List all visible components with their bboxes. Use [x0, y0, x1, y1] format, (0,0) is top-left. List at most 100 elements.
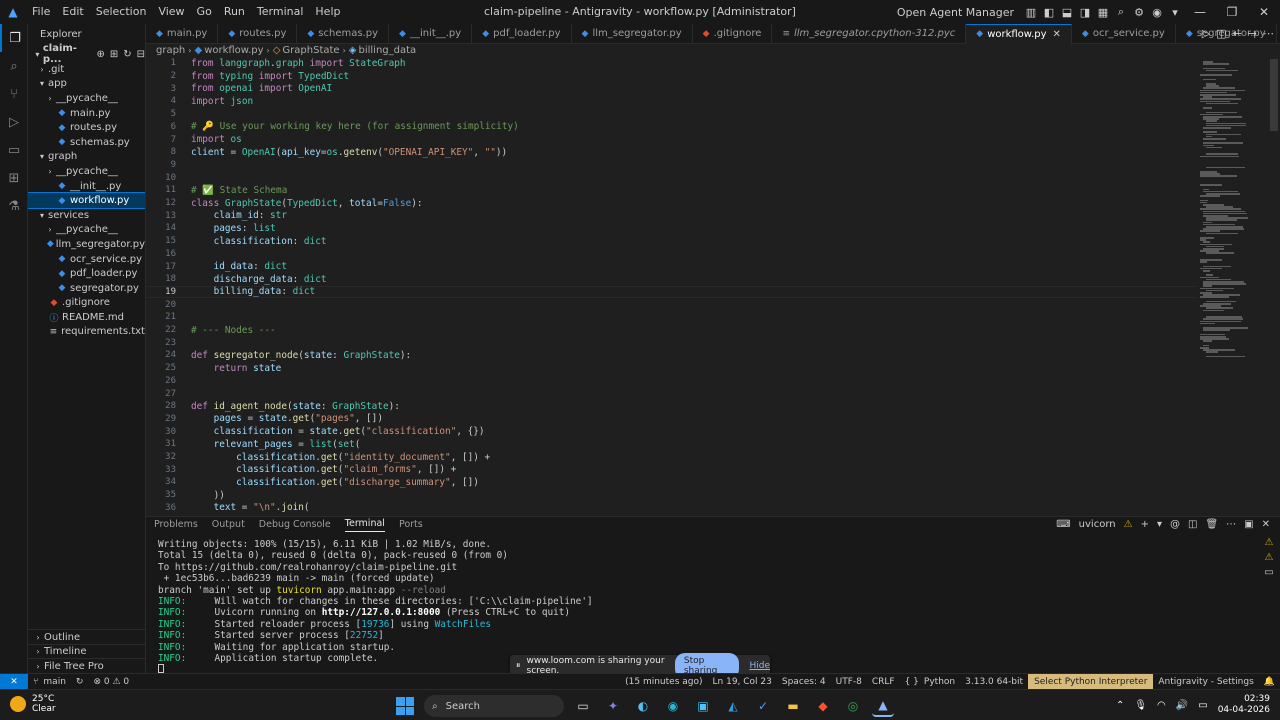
menu-view[interactable]: View [152, 0, 190, 24]
tree-file[interactable]: ⓘ README.md [28, 310, 145, 325]
toggle-panel-icon[interactable]: ⬓ [1058, 6, 1076, 19]
tree-file[interactable]: ◆ main.py [28, 106, 145, 121]
tree-folder[interactable]: › __pycache__ [28, 91, 145, 106]
code-line[interactable]: 4 import json [146, 95, 1196, 108]
encoding[interactable]: UTF-8 [831, 677, 867, 687]
panel-tab-output[interactable]: Output [212, 519, 245, 532]
code-line[interactable]: 34 classification.get("discharge_summary… [146, 476, 1196, 489]
file-tree-pro-section[interactable]: › File Tree Pro [28, 658, 145, 673]
extensions-icon[interactable]: ⊞ [0, 164, 28, 192]
editor-tab[interactable]: ◆ pdf_loader.py [472, 23, 572, 44]
editor-tab[interactable]: ◆ ocr_service.py [1072, 23, 1176, 44]
chrome-browser-icon[interactable]: ◎ [842, 695, 864, 717]
menu-help[interactable]: Help [309, 0, 346, 24]
code-line[interactable]: 9 [146, 159, 1196, 172]
windows-start-icon[interactable] [394, 695, 416, 717]
minimize-button[interactable]: — [1184, 5, 1216, 19]
panel-tab-debug-console[interactable]: Debug Console [259, 519, 331, 532]
code-line[interactable]: 30 classification = state.get("classific… [146, 425, 1196, 438]
refresh-icon[interactable]: ↻ [123, 49, 131, 60]
file-explorer-icon[interactable]: ▬ [782, 695, 804, 717]
tree-file[interactable]: ≡ requirements.txt [28, 325, 145, 340]
menu-terminal[interactable]: Terminal [251, 0, 310, 24]
go-forward-icon[interactable]: → [1248, 27, 1257, 40]
chevron-down-icon[interactable]: ▾ [1166, 6, 1184, 19]
menu-edit[interactable]: Edit [56, 0, 89, 24]
tree-file[interactable]: ◆ routes.py [28, 120, 145, 135]
code-line[interactable]: 2 from typing import TypedDict [146, 70, 1196, 83]
source-control-icon[interactable]: ⑂ [0, 80, 28, 108]
code-line[interactable]: 12 class GraphState(TypedDict, total=Fals… [146, 197, 1196, 210]
code-line[interactable]: 7 import os [146, 133, 1196, 146]
editor-tab[interactable]: ◆ schemas.py [297, 23, 390, 44]
teams-icon[interactable]: ✦ [602, 695, 624, 717]
panel-tab-problems[interactable]: Problems [154, 519, 198, 532]
remote-indicator-icon[interactable]: ✕ [0, 673, 28, 690]
tree-file[interactable]: ◆ schemas.py [28, 135, 145, 150]
python-version[interactable]: 3.13.0 64-bit [960, 677, 1028, 687]
toggle-sidebar-icon[interactable]: ◧ [1040, 6, 1058, 19]
code-line[interactable]: 27 [146, 387, 1196, 400]
sync-icon[interactable]: ↻ [71, 677, 89, 687]
edge-browser-icon[interactable]: ◉ [662, 695, 684, 717]
close-panel-icon[interactable]: ✕ [1262, 519, 1270, 530]
branch-name[interactable]: main [43, 677, 71, 687]
editor-tab[interactable]: ◆ __init__.py [389, 23, 473, 44]
code-line[interactable]: 18 discharge_data: dict [146, 273, 1196, 286]
kill-terminal-icon[interactable]: 🗑 [1205, 519, 1218, 530]
tree-folder[interactable]: ▾ app [28, 77, 145, 92]
panel-tab-terminal[interactable]: Terminal [344, 518, 385, 532]
warning-icon[interactable]: ⚠ [1265, 552, 1274, 563]
toggle-secondary-sidebar-icon[interactable]: ◨ [1076, 6, 1094, 19]
menu-file[interactable]: File [26, 0, 56, 24]
select-interpreter-button[interactable]: Select Python Interpreter [1028, 674, 1154, 690]
minimap[interactable] [1196, 57, 1266, 513]
editor-tab[interactable]: ◆ workflow.py ✕ [966, 23, 1072, 44]
code-line[interactable]: 17 id_data: dict [146, 260, 1196, 273]
tree-file[interactable]: ◆ segregator.py [28, 281, 145, 296]
menu-run[interactable]: Run [218, 0, 251, 24]
tree-file[interactable]: ◆ pdf_loader.py [28, 266, 145, 281]
account-icon[interactable]: ◉ [1148, 6, 1166, 19]
code-line[interactable]: 10 [146, 171, 1196, 184]
code-line[interactable]: 33 classification.get("claim_forms", [])… [146, 463, 1196, 476]
terminal-icon[interactable]: ▭ [1264, 567, 1273, 578]
code-line[interactable]: 20 [146, 298, 1196, 311]
copilot-icon[interactable]: @ [1170, 519, 1180, 530]
outline-section[interactable]: › Outline [28, 629, 145, 644]
breadcrumb-class[interactable]: GraphState [282, 45, 339, 56]
tree-file[interactable]: ◆ workflow.py [28, 192, 145, 209]
clock[interactable]: 02:39 04-04-2026 [1218, 694, 1270, 716]
breadcrumb-file[interactable]: workflow.py [204, 45, 263, 56]
split-terminal-icon[interactable]: ◫ [1188, 519, 1197, 530]
explorer-icon[interactable]: ❐ [0, 24, 28, 52]
chevron-down-icon[interactable]: ▾ [1157, 519, 1162, 530]
code-line[interactable]: 13 claim_id: str [146, 209, 1196, 222]
tree-file[interactable]: ◆ llm_segregator.py [28, 237, 145, 252]
tree-folder[interactable]: ▾ graph [28, 150, 145, 165]
new-terminal-icon[interactable]: + [1141, 519, 1149, 530]
run-debug-icon[interactable]: ▷ [0, 108, 28, 136]
terminal-name[interactable]: uvicorn [1079, 519, 1116, 530]
weather-widget[interactable]: 25°C Clear [10, 694, 56, 714]
code-line[interactable]: 28 def id_agent_node(state: GraphState): [146, 400, 1196, 413]
code-line[interactable]: 32 classification.get("identity_document… [146, 451, 1196, 464]
more-actions-icon[interactable]: ⋯ [1226, 519, 1236, 530]
new-folder-icon[interactable]: ⊞ [110, 49, 118, 60]
code-line[interactable]: 29 pages = state.get("pages", []) [146, 413, 1196, 426]
go-back-icon[interactable]: ← [1233, 27, 1242, 40]
menu-selection[interactable]: Selection [90, 0, 153, 24]
language-mode[interactable]: Python [924, 677, 960, 687]
testing-flask-icon[interactable]: ⚗ [0, 192, 28, 220]
settings-gear-icon[interactable]: ⚙ [1130, 6, 1148, 19]
search-icon[interactable]: ⌕ [0, 52, 28, 80]
code-line[interactable]: 6 # 🔑 Use your working key here (for assi… [146, 121, 1196, 134]
tree-file[interactable]: ◆ ocr_service.py [28, 252, 145, 267]
show-hidden-icons-icon[interactable]: ⌃ [1116, 700, 1124, 711]
collapse-all-icon[interactable]: ⊟ [137, 49, 145, 60]
breadcrumb-graph[interactable]: graph [156, 45, 185, 56]
code-line[interactable]: 21 [146, 311, 1196, 324]
editor-tab[interactable]: ◆ routes.py [218, 23, 298, 44]
maximize-button[interactable]: ❐ [1216, 5, 1248, 19]
taskbar-search[interactable]: ⌕ Search [424, 695, 564, 717]
